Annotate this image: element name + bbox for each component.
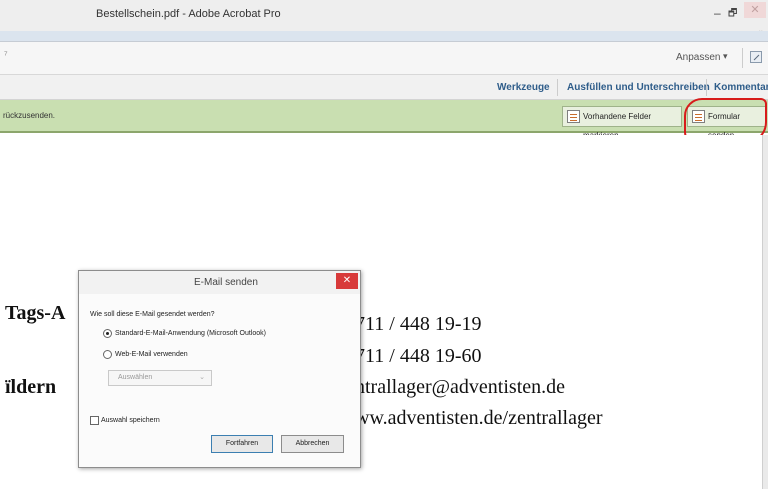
save-choice-label[interactable]: Auswahl speichern: [101, 417, 160, 424]
dialog-close-button[interactable]: ✕: [336, 273, 358, 289]
email-send-dialog: E-Mail senden ✕ Wie soll diese E-Mail ge…: [78, 270, 361, 468]
doc-text-line2-right: 711 / 448 19-60: [355, 345, 482, 367]
dialog-title-bar[interactable]: E-Mail senden ✕: [79, 271, 360, 294]
toolbar-divider: [742, 48, 743, 68]
pane-divider: [557, 79, 558, 96]
doc-text-line3-left: ïldern: [5, 376, 57, 398]
radio-webmail-label[interactable]: Web-E-Mail verwenden: [115, 351, 188, 358]
doc-text-line3-right: ntrallager@adventisten.de: [355, 376, 565, 398]
webmail-select[interactable]: Auswählen ⌄: [108, 370, 212, 386]
radio-default-email-app-label[interactable]: Standard-E-Mail-Anwendung (Microsoft Out…: [115, 330, 266, 337]
dialog-question: Wie soll diese E-Mail gesendet werden?: [90, 311, 215, 318]
chevron-down-icon: ⌄: [199, 374, 205, 381]
restore-button[interactable]: 🗗: [728, 6, 738, 19]
task-pane-row: Werkzeuge Ausfüllen und Unterschreiben K…: [0, 75, 768, 100]
form-bar-message: rückzusenden.: [3, 111, 56, 120]
dialog-title: E-Mail senden: [194, 277, 258, 288]
doc-text-line1-left: Tags-A: [5, 302, 66, 324]
doc-text-line4-right: ww.adventisten.de/zentrallager: [355, 407, 603, 429]
minimize-button[interactable]: –: [714, 6, 721, 20]
highlight-fields-button[interactable]: Vorhandene Felder markieren: [562, 106, 682, 140]
save-choice-checkbox[interactable]: [90, 416, 99, 425]
window-title: Bestellschein.pdf - Adobe Acrobat Pro: [96, 8, 281, 20]
doc-text-line1-right: 711 / 448 19-19: [355, 313, 482, 335]
toolbar-left-mark: ⁷: [4, 50, 8, 61]
menu-strip: [0, 31, 768, 42]
fullscreen-expand-icon[interactable]: [750, 51, 762, 63]
form-message-bar: rückzusenden. Vorhandene Felder markiere…: [0, 100, 768, 140]
vertical-scrollbar[interactable]: [762, 135, 768, 489]
webmail-select-value: Auswählen: [118, 374, 153, 381]
radio-default-email-app[interactable]: [103, 329, 112, 338]
customize-caret-icon[interactable]: ▾: [723, 51, 728, 62]
cancel-button[interactable]: Abbrechen: [281, 435, 344, 453]
continue-button[interactable]: Fortfahren: [211, 435, 273, 453]
form-fields-icon: [567, 110, 580, 123]
toolbar: ⁷ Anpassen ▾: [0, 42, 768, 75]
tab-comment[interactable]: Kommentar: [714, 82, 768, 93]
window-title-bar: Bestellschein.pdf - Adobe Acrobat Pro – …: [0, 0, 768, 37]
radio-webmail[interactable]: [103, 350, 112, 359]
pane-divider: [706, 79, 707, 96]
tab-fill-and-sign[interactable]: Ausfüllen und Unterschreiben: [567, 82, 710, 93]
customize-button[interactable]: Anpassen: [676, 52, 720, 63]
window-close-button[interactable]: ✕: [744, 2, 766, 18]
tab-tools[interactable]: Werkzeuge: [497, 82, 550, 93]
